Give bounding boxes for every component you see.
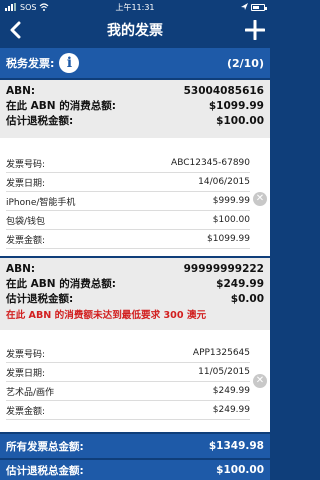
invoice-details: 发票号码: APP1325645 发票日期: 11/05/2015 艺术品/画作 $2…	[0, 330, 270, 420]
invoice-summary: ABN: 99999999222 在此 ABN 的消费总额: $249.99 估…	[0, 258, 270, 330]
all-total-label: 所有发票总金额:	[6, 440, 84, 453]
detail-label: 发票日期:	[6, 178, 46, 189]
invoice-count: (2/10)	[226, 56, 264, 70]
chevron-left-icon	[10, 21, 21, 39]
invoice-card: ABN: 53004085616 在此 ABN 的消费总额: $1099.99 …	[0, 80, 270, 256]
wifi-icon	[40, 3, 49, 11]
status-time: 上午11:31	[115, 2, 155, 12]
refund-row: 估计退税金额: $0.00	[6, 291, 264, 306]
info-icon[interactable]: i	[59, 53, 80, 73]
detail-value: 11/05/2015	[198, 367, 250, 377]
carrier-label: SOS	[20, 2, 37, 12]
page-title: 我的发票	[107, 23, 163, 39]
abn-total-row: 在此 ABN 的消费总额: $249.99	[6, 276, 264, 291]
refund-total-value: $100.00	[216, 464, 264, 476]
signal-bars-icon	[5, 3, 16, 11]
abn-label: ABN:	[6, 262, 36, 275]
detail-label: 包袋/钱包	[6, 216, 46, 227]
abn-value: 53004085616	[183, 84, 264, 97]
refund-value: $100.00	[216, 114, 264, 127]
remove-invoice-button[interactable]: ✕	[253, 374, 267, 388]
invoice-amount-row: 发票金额: $1099.99	[6, 230, 250, 249]
detail-value: 14/06/2015	[198, 177, 250, 187]
abn-row: ABN: 53004085616	[6, 83, 264, 98]
detail-value: $249.99	[212, 386, 250, 396]
detail-value: $1099.99	[207, 234, 250, 244]
invoice-date-row: 发票日期: 14/06/2015	[6, 173, 250, 192]
status-right	[178, 3, 268, 11]
refund-total-label: 估计退税总金额:	[6, 464, 84, 477]
refund-row: 估计退税金额: $100.00	[6, 113, 264, 128]
abn-total-row: 在此 ABN 的消费总额: $1099.99	[6, 98, 264, 113]
invoice-card: ABN: 99999999222 在此 ABN 的消费总额: $249.99 估…	[0, 258, 270, 432]
refund-label: 估计退税金额:	[6, 293, 74, 305]
location-icon	[241, 3, 249, 10]
invoice-date-row: 发票日期: 11/05/2015	[6, 363, 250, 382]
detail-value: ABC12345-67890	[171, 158, 250, 168]
invoice-summary: ABN: 53004085616 在此 ABN 的消费总额: $1099.99 …	[0, 80, 270, 138]
abn-total-value: $1099.99	[208, 99, 264, 112]
abn-total-label: 在此 ABN 的消费总额:	[6, 100, 116, 112]
tax-invoice-bar: 税务发票: i (2/10)	[0, 48, 270, 78]
item-row: 包袋/钱包 $100.00	[6, 211, 250, 230]
invoice-number-row: 发票号码: APP1325645	[6, 344, 250, 363]
detail-label: 发票号码:	[6, 159, 46, 170]
back-button[interactable]	[0, 14, 30, 46]
refund-total-bar: 估计退税总金额: $100.00	[0, 460, 270, 480]
detail-value: $249.99	[212, 405, 250, 415]
detail-label: 发票日期:	[6, 368, 46, 379]
abn-label: ABN:	[6, 84, 36, 97]
close-icon: ✕	[255, 193, 265, 204]
abn-total-label: 在此 ABN 的消费总额:	[6, 278, 116, 290]
all-invoices-total-bar: 所有发票总金额: $1349.98	[0, 434, 270, 458]
invoice-number-row: 发票号码: ABC12345-67890	[6, 154, 250, 173]
plus-icon	[245, 20, 265, 40]
detail-label: 发票金额:	[6, 406, 46, 417]
tax-invoice-label: 税务发票:	[6, 57, 55, 70]
item-row: iPhone/智能手机 $999.99	[6, 192, 250, 211]
detail-value: $100.00	[212, 215, 250, 225]
abn-value: 99999999222	[183, 262, 264, 275]
remove-invoice-button[interactable]: ✕	[253, 192, 267, 206]
add-invoice-button[interactable]	[240, 14, 270, 46]
all-total-value: $1349.98	[208, 440, 264, 452]
refund-value: $0.00	[230, 292, 264, 305]
detail-label: iPhone/智能手机	[6, 197, 76, 208]
invoice-amount-row: 发票金额: $249.99	[6, 401, 250, 420]
detail-value: $999.99	[212, 196, 250, 206]
item-row: 艺术品/画作 $249.99	[6, 382, 250, 401]
close-icon: ✕	[255, 375, 265, 386]
refund-label: 估计退税金额:	[6, 115, 74, 127]
abn-total-value: $249.99	[216, 277, 264, 290]
minimum-warning: 在此 ABN 的消费额未达到最低要求 300 澳元	[6, 309, 207, 321]
invoice-details: 发票号码: ABC12345-67890 发票日期: 14/06/2015 iPho…	[0, 138, 270, 249]
abn-row: ABN: 99999999222	[6, 261, 264, 276]
detail-label: 艺术品/画作	[6, 387, 55, 398]
battery-icon	[251, 3, 268, 11]
status-bar: SOS 上午11:31	[0, 0, 270, 14]
detail-label: 发票金额:	[6, 235, 46, 246]
detail-value: APP1325645	[192, 348, 250, 358]
status-left: SOS	[5, 3, 92, 12]
detail-label: 发票号码:	[6, 349, 46, 360]
nav-bar: 我的发票	[0, 14, 270, 46]
